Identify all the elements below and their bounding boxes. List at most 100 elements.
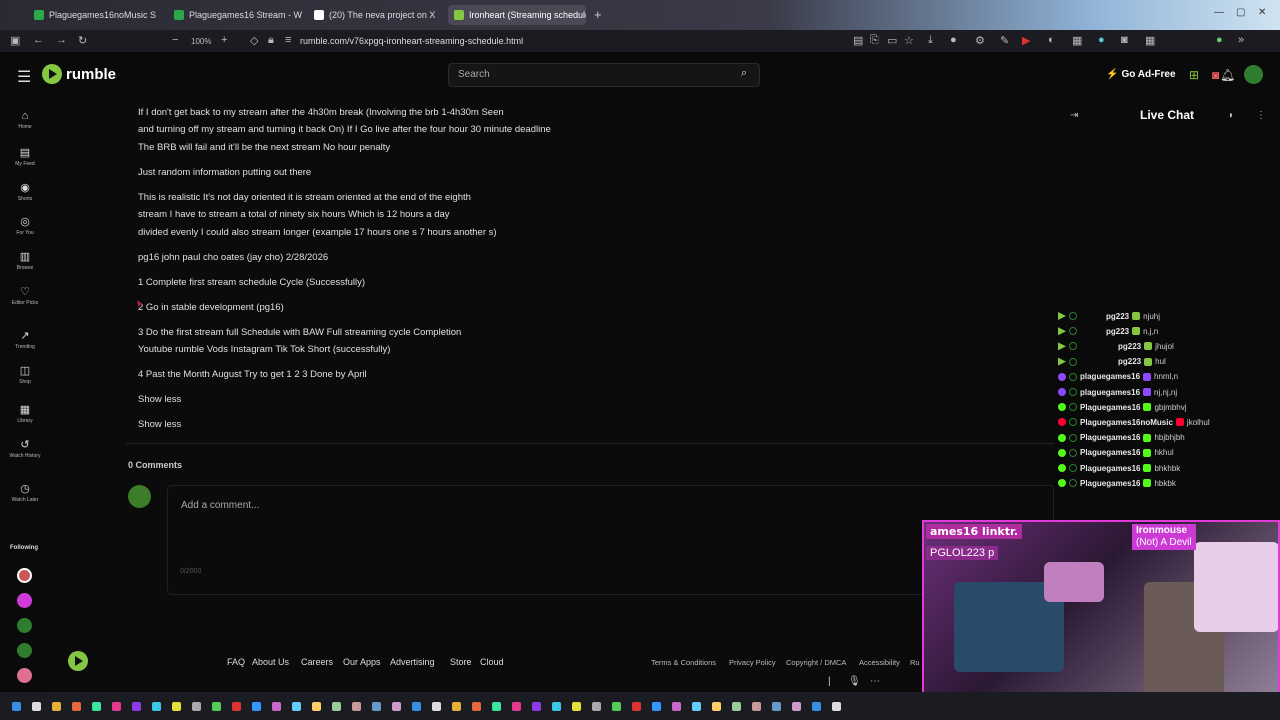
chat-message[interactable]: pg223 hul — [1058, 355, 1166, 369]
chat-message[interactable]: plaguegames16 nj,nj,nj — [1058, 385, 1177, 399]
taskbar-app-icon[interactable] — [452, 702, 461, 711]
taskbar-app-icon[interactable] — [472, 702, 481, 711]
shield-icon[interactable]: ◇ — [250, 34, 258, 47]
user-avatar[interactable] — [1244, 65, 1263, 84]
taskbar-app-icon[interactable] — [812, 702, 821, 711]
footer-link-cloud[interactable]: Cloud — [480, 657, 504, 667]
taskbar-app-icon[interactable] — [432, 702, 441, 711]
sidebar-toggle-icon[interactable]: ▣ — [10, 34, 20, 47]
chat-username[interactable]: pg223 — [1118, 342, 1141, 351]
footer-link-store[interactable]: Store — [450, 657, 472, 667]
taskbar-app-icon[interactable] — [792, 702, 801, 711]
footer-link-about-us[interactable]: About Us — [252, 657, 289, 667]
taskbar-app-icon[interactable] — [832, 702, 841, 711]
comment-textarea[interactable] — [167, 485, 1054, 595]
extension-icon[interactable]: ⚙ — [975, 34, 985, 47]
taskbar-app-icon[interactable] — [12, 702, 21, 711]
youtube-extension-icon[interactable]: ▶ — [1022, 34, 1030, 47]
taskbar-app-icon[interactable] — [752, 702, 761, 711]
taskbar-app-icon[interactable] — [232, 702, 241, 711]
sidebar-item-for-you[interactable]: ◎ For You — [0, 215, 50, 236]
taskbar-app-icon[interactable] — [772, 702, 781, 711]
chat-username[interactable]: pg223 — [1106, 327, 1129, 336]
sidebar-item-library[interactable]: ▦ Library — [0, 403, 50, 424]
sidebar-item-my-feed[interactable]: ▤ My Feed — [0, 146, 50, 167]
taskbar-app-icon[interactable] — [92, 702, 101, 711]
chat-message[interactable]: Plaguegames16 bhkhbk — [1058, 461, 1180, 475]
taskbar-app-icon[interactable] — [492, 702, 501, 711]
followed-channel-avatar[interactable] — [17, 643, 32, 658]
pip-play-icon[interactable]: | — [828, 676, 831, 687]
taskbar-app-icon[interactable] — [32, 702, 41, 711]
sidebar-item-browse[interactable]: ▥ Browse — [0, 250, 50, 271]
taskbar-app-icon[interactable] — [632, 702, 641, 711]
footer-link-terms[interactable]: Terms & Conditions — [651, 658, 716, 667]
pip-icon[interactable]: ▭ — [887, 34, 897, 47]
footer-rumble-logo-icon[interactable] — [68, 651, 88, 671]
extension-icon[interactable]: ● — [1216, 34, 1223, 46]
chat-message[interactable]: Plaguegames16noMusic jkolhul — [1058, 415, 1210, 429]
footer-link-copyright[interactable]: Copyright / DMCA — [786, 658, 846, 667]
sidebar-item-trending[interactable]: ↗ Trending — [0, 329, 50, 350]
hamburger-menu-icon[interactable]: ☰ — [17, 67, 31, 87]
bookmark-star-icon[interactable]: ☆ — [904, 34, 914, 47]
chat-username[interactable]: Plaguegames16 — [1080, 403, 1140, 412]
stream-preview-video[interactable]: ames16 linktr. PGLOL223 p Ironmouse (Not)… — [922, 520, 1280, 718]
chat-message[interactable]: pg223 njuhj — [1058, 309, 1160, 323]
upload-icon[interactable]: ⊞ — [1189, 68, 1199, 82]
chat-message[interactable]: pg223 n,j,n — [1058, 324, 1158, 338]
sidebar-item-home[interactable]: ⌂ Home — [0, 110, 50, 130]
minimize-icon[interactable]: — — [1214, 7, 1224, 18]
footer-link-faq[interactable]: FAQ — [227, 657, 245, 667]
taskbar-app-icon[interactable] — [152, 702, 161, 711]
new-tab-icon[interactable]: + — [594, 7, 602, 22]
notifications-bell-icon[interactable]: 🔔︎ — [1220, 68, 1235, 82]
chat-username[interactable]: plaguegames16 — [1080, 388, 1140, 397]
forward-icon[interactable]: → — [56, 34, 67, 46]
browser-tab-1[interactable]: Plaguegames16noMusic Strea ✕ — [28, 5, 156, 25]
popout-chat-icon[interactable]: ◑ — [1227, 110, 1233, 121]
search-icon[interactable]: ⌕ — [741, 67, 747, 80]
followed-channel-avatar[interactable] — [17, 593, 32, 608]
taskbar-app-icon[interactable] — [572, 702, 581, 711]
footer-link-privacy[interactable]: Privacy Policy — [729, 658, 776, 667]
chat-menu-icon[interactable]: ⋮ — [1256, 110, 1266, 121]
taskbar-app-icon[interactable] — [372, 702, 381, 711]
search-input[interactable] — [448, 63, 760, 87]
taskbar-app-icon[interactable] — [172, 702, 181, 711]
taskbar-app-icon[interactable] — [552, 702, 561, 711]
screenshot-icon[interactable]: ⎘ — [870, 34, 879, 47]
maximize-icon[interactable]: ▢ — [1236, 7, 1245, 18]
footer-link-partial[interactable]: Ru — [910, 658, 920, 667]
taskbar-app-icon[interactable] — [272, 702, 281, 711]
taskbar-app-icon[interactable] — [312, 702, 321, 711]
footer-link-advertising[interactable]: Advertising — [390, 657, 435, 667]
chat-message[interactable]: Plaguegames16 hbkbk — [1058, 476, 1176, 490]
chat-message[interactable]: plaguegames16 hnml,n — [1058, 370, 1178, 384]
followed-channel-avatar[interactable] — [17, 568, 32, 583]
taskbar-app-icon[interactable] — [532, 702, 541, 711]
browser-tab-3[interactable]: (20) The neva project on X ✕ — [308, 5, 442, 25]
taskbar-app-icon[interactable] — [192, 702, 201, 711]
reload-icon[interactable]: ↻ — [78, 34, 87, 47]
extension-icon[interactable]: ◐ — [1048, 34, 1055, 46]
chat-username[interactable]: pg223 — [1118, 357, 1141, 366]
chat-username[interactable]: pg223 — [1106, 312, 1129, 321]
chat-message[interactable]: Plaguegames16 hkhul — [1058, 446, 1174, 460]
chat-username[interactable]: Plaguegames16 — [1080, 479, 1140, 488]
taskbar-app-icon[interactable] — [52, 702, 61, 711]
camera-icon[interactable]: ◙ — [1121, 34, 1128, 46]
taskbar-app-icon[interactable] — [412, 702, 421, 711]
download-icon[interactable]: ⤓ — [928, 34, 933, 47]
taskbar-app-icon[interactable] — [132, 702, 141, 711]
chat-message[interactable]: Plaguegames16 gbjmbhvj — [1058, 400, 1187, 414]
reader-icon[interactable]: ▤ — [853, 34, 863, 47]
taskbar-app-icon[interactable] — [652, 702, 661, 711]
taskbar-app-icon[interactable] — [672, 702, 681, 711]
taskbar-app-icon[interactable] — [292, 702, 301, 711]
footer-link-accessibility[interactable]: Accessibility — [859, 658, 900, 667]
chat-message[interactable]: Plaguegames16 hbjbhjbh — [1058, 431, 1185, 445]
zoom-in-icon[interactable]: + — [221, 34, 227, 46]
taskbar-app-icon[interactable] — [612, 702, 621, 711]
footer-link-our-apps[interactable]: Our Apps — [343, 657, 381, 667]
